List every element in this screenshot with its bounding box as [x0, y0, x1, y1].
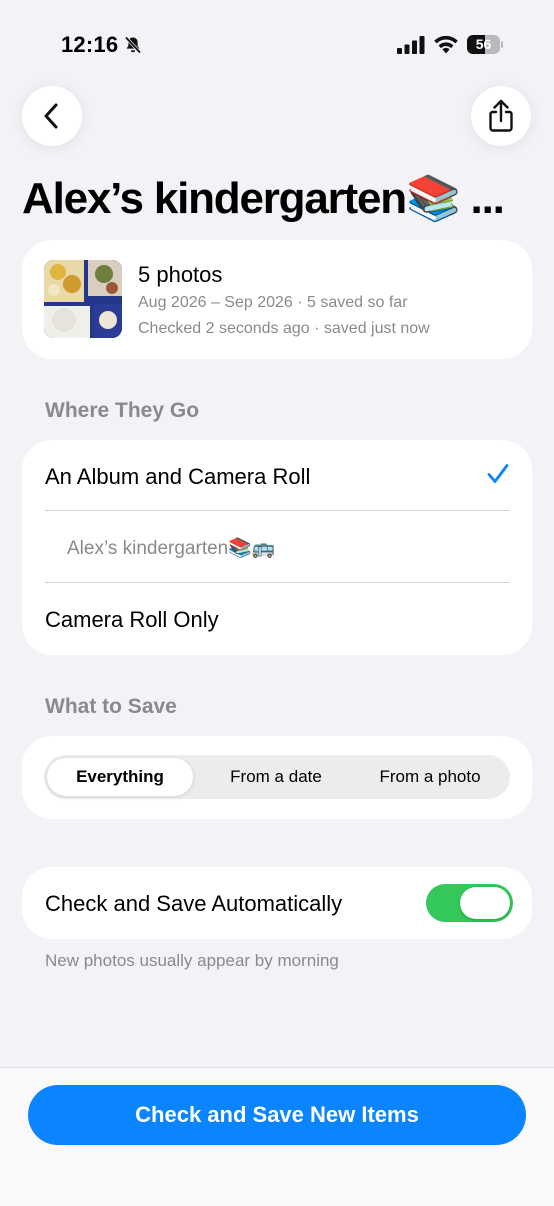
bottom-action-bar: Check and Save New Items [0, 1067, 554, 1206]
album-thumbnail [44, 260, 122, 338]
date-range-status: Aug 2026 – Sep 2026 · 5 saved so far [138, 294, 408, 311]
segment-from-a-date[interactable]: From a date [201, 758, 351, 796]
wifi-icon [434, 35, 458, 54]
segment-from-a-photo[interactable]: From a photo [354, 758, 506, 796]
section-header-what: What to Save [45, 695, 177, 718]
what-to-save-card: Everything From a date From a photo [22, 736, 532, 819]
check-and-save-button[interactable]: Check and Save New Items [28, 1085, 526, 1145]
battery-body: 56 [467, 35, 500, 54]
chevron-left-icon [44, 103, 58, 129]
back-button[interactable] [22, 86, 82, 146]
share-icon [489, 99, 513, 132]
album-name-row[interactable]: Alex’s kindergarten📚🚌 [22, 511, 532, 582]
option-label: Camera Roll Only [45, 607, 219, 632]
auto-save-label: Check and Save Automatically [45, 891, 343, 916]
battery-level: 56 [475, 36, 492, 52]
option-camera-roll-only[interactable]: Camera Roll Only [22, 583, 532, 654]
option-album-and-camera-roll[interactable]: An Album and Camera Roll [22, 440, 532, 511]
segment-everything[interactable]: Everything [47, 758, 193, 796]
album-summary-card[interactable]: 5 photos Aug 2026 – Sep 2026 · 5 saved s… [22, 240, 532, 359]
photo-count: 5 photos [138, 262, 223, 287]
status-time: 12:16 [61, 32, 119, 57]
auto-save-card: Check and Save Automatically [22, 867, 532, 939]
option-label: An Album and Camera Roll [45, 464, 311, 489]
battery-cap [501, 41, 503, 48]
battery-indicator: 56 [467, 35, 503, 54]
auto-save-footnote: New photos usually appear by morning [45, 951, 339, 970]
status-bar: 12:16 56 [0, 0, 554, 90]
checkmark-icon [487, 464, 509, 483]
cellular-signal-icon [397, 36, 425, 54]
destination-card: An Album and Camera Roll Alex’s kinderga… [22, 440, 532, 655]
page-title: Alex’s kindergarten📚 ... [22, 174, 505, 223]
bell-slash-icon [124, 36, 142, 54]
toggle-knob [460, 887, 510, 919]
save-range-segmented-control: Everything From a date From a photo [44, 755, 510, 799]
auto-save-toggle[interactable] [426, 884, 513, 922]
share-button[interactable] [471, 86, 531, 146]
album-name: Alex’s kindergarten📚🚌 [67, 538, 276, 559]
food-photo-image [44, 260, 122, 338]
section-header-where: Where They Go [45, 399, 200, 422]
last-checked-status: Checked 2 seconds ago · saved just now [138, 320, 430, 337]
